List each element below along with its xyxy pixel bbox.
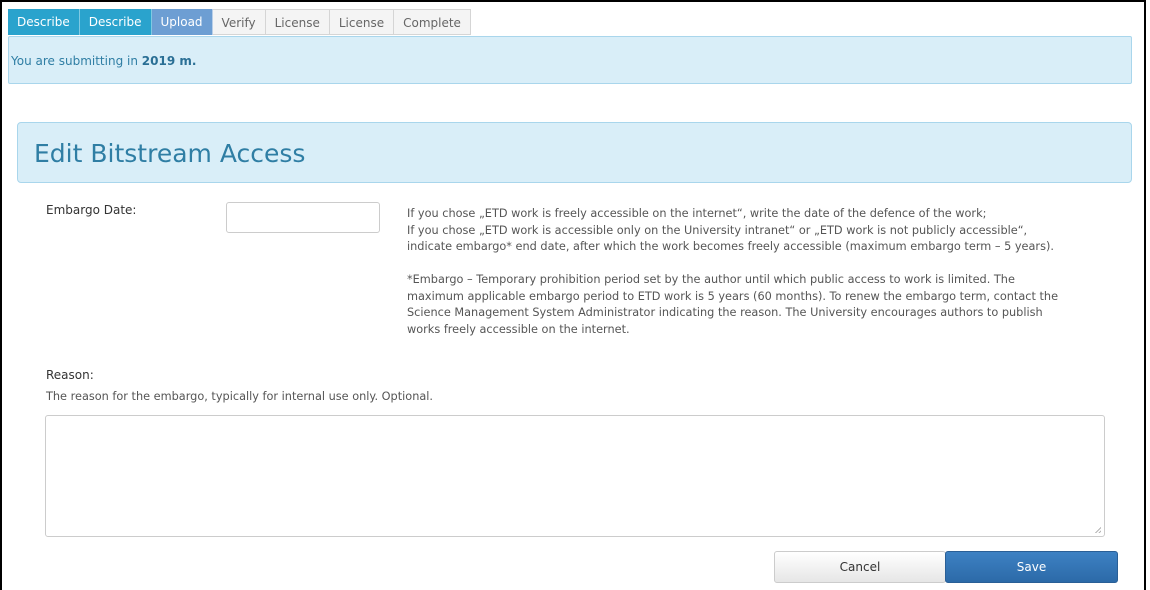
save-button[interactable]: Save xyxy=(945,551,1118,583)
banner-prefix: You are submitting in xyxy=(11,54,142,68)
page-title: Edit Bitstream Access xyxy=(34,139,306,168)
embargo-help: If you chose „ETD work is freely accessi… xyxy=(407,206,1107,338)
step-license-2: License xyxy=(329,9,395,35)
cancel-button[interactable]: Cancel xyxy=(774,551,946,583)
step-describe-1[interactable]: Describe xyxy=(8,9,80,35)
step-upload[interactable]: Upload xyxy=(151,9,213,35)
embargo-date-input[interactable] xyxy=(226,202,380,233)
step-complete: Complete xyxy=(394,9,471,35)
step-verify: Verify xyxy=(212,9,266,35)
reason-textarea[interactable] xyxy=(45,415,1105,537)
step-license-1: License xyxy=(265,9,330,35)
step-describe-2[interactable]: Describe xyxy=(79,9,152,35)
submission-progress: Describe Describe Upload Verify License … xyxy=(8,9,471,35)
submitting-in-banner: You are submitting in 2019 m. xyxy=(8,36,1132,84)
banner-text: You are submitting in 2019 m. xyxy=(11,37,196,85)
embargo-date-label: Embargo Date: xyxy=(46,203,137,217)
reason-label: Reason: xyxy=(46,368,94,382)
help-line: If you chose „ETD work is accessible onl… xyxy=(407,223,1028,237)
page-heading-panel: Edit Bitstream Access xyxy=(17,122,1132,183)
resize-grip-icon[interactable] xyxy=(1094,526,1101,533)
note-line: Science Management System Administrator … xyxy=(407,306,1043,319)
help-line: If you chose „ETD work is freely accessi… xyxy=(407,207,987,220)
banner-collection: 2019 m. xyxy=(141,54,197,68)
help-line: indicate embargo* end date, after which … xyxy=(407,240,1054,253)
note-line: works freely accessible on the internet. xyxy=(407,322,630,336)
note-line: *Embargo – Temporary prohibition period … xyxy=(407,273,1015,286)
reason-hint: The reason for the embargo, typically fo… xyxy=(46,390,434,403)
note-line: maximum applicable embargo period to ETD… xyxy=(407,289,1059,303)
